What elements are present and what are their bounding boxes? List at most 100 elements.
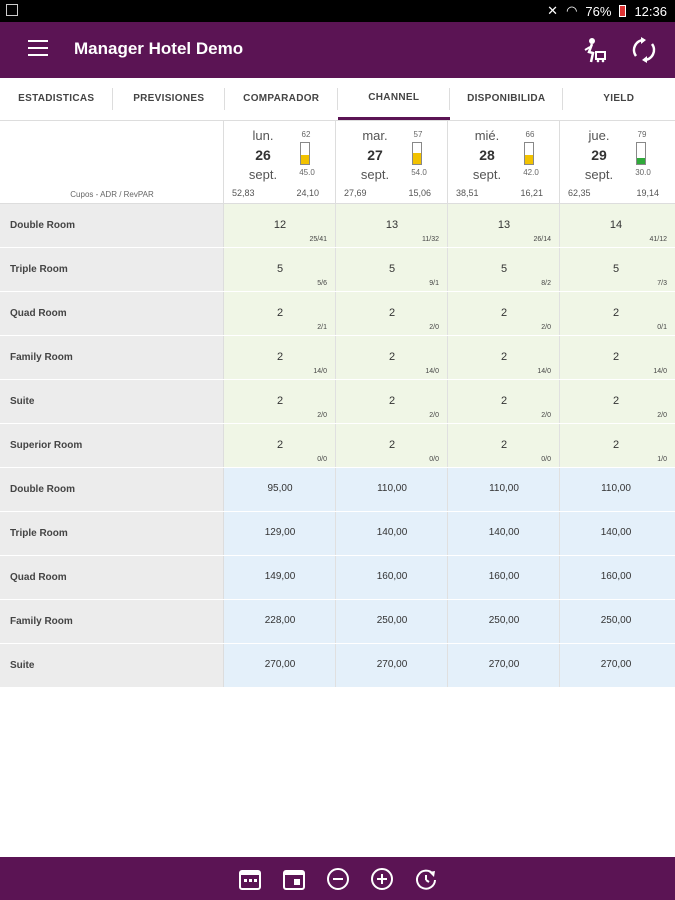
tab-channel[interactable]: CHANNEL [337, 78, 450, 120]
quota-cell[interactable]: 2 2/0 [336, 380, 448, 423]
price-cell[interactable]: 140,00 [560, 512, 675, 555]
battery-percent: 76% [585, 3, 612, 19]
notification-icon [6, 4, 18, 16]
quota-cell[interactable]: 2 0/0 [224, 424, 336, 467]
price-cell[interactable]: 140,00 [448, 512, 560, 555]
occupancy-bar [524, 142, 534, 165]
day-occ2: 45.0 [299, 168, 315, 177]
price-cell[interactable]: 110,00 [336, 468, 448, 511]
price-value: 110,00 [601, 483, 631, 494]
refresh-icon[interactable] [413, 866, 439, 892]
price-cell[interactable]: 140,00 [336, 512, 448, 555]
price-cell[interactable]: 110,00 [560, 468, 675, 511]
quota-sub: 14/0 [313, 368, 327, 375]
occupancy-fill [301, 154, 309, 164]
tab-previsiones[interactable]: PREVISIONES [113, 78, 226, 120]
quota-cell[interactable]: 2 2/0 [560, 380, 675, 423]
quota-sub: 0/1 [657, 324, 667, 331]
day-header[interactable]: mar. 27 sept. 57 54.0 27,69 15,06 [336, 120, 448, 203]
price-cell[interactable]: 160,00 [336, 556, 448, 599]
quota-cell[interactable]: 14 41/12 [560, 204, 675, 247]
quota-value: 12 [273, 219, 287, 231]
quota-cell[interactable]: 2 2/0 [448, 292, 560, 335]
wifi-icon: ◠ [566, 3, 578, 18]
quota-value: 2 [500, 307, 508, 319]
occupancy-bar [300, 142, 310, 165]
price-cell[interactable]: 160,00 [560, 556, 675, 599]
price-cell[interactable]: 270,00 [224, 644, 336, 687]
day-dnum: 26 [255, 147, 271, 163]
clock: 12:36 [634, 3, 667, 19]
day-header[interactable]: mié. 28 sept. 66 42.0 38,51 16,21 [448, 120, 560, 203]
price-value: 228,00 [264, 615, 296, 626]
quota-value: 2 [276, 395, 284, 407]
checkout-icon[interactable] [580, 36, 608, 64]
price-cell[interactable]: 129,00 [224, 512, 336, 555]
occupancy-fill [413, 152, 421, 164]
menu-icon[interactable] [28, 40, 48, 56]
quota-cell[interactable]: 12 25/41 [224, 204, 336, 247]
quota-sub: 2/0 [429, 324, 439, 331]
status-bar: ✕ ◠ 76% 12:36 [0, 0, 675, 22]
quota-cell[interactable]: 2 2/0 [224, 380, 336, 423]
quota-cell[interactable]: 2 0/1 [560, 292, 675, 335]
room-name: Triple Room [0, 248, 224, 291]
price-cell[interactable]: 270,00 [448, 644, 560, 687]
price-cell[interactable]: 110,00 [448, 468, 560, 511]
day-dmon: sept. [248, 167, 278, 182]
price-cell[interactable]: 270,00 [560, 644, 675, 687]
sync-icon[interactable] [630, 36, 658, 64]
quota-value: 2 [276, 351, 284, 363]
price-cell[interactable]: 160,00 [448, 556, 560, 599]
quota-sub: 1/0 [657, 456, 667, 463]
day-dnum: 29 [591, 147, 607, 163]
quota-sub: 2/0 [541, 412, 551, 419]
quota-value: 2 [388, 351, 396, 363]
quota-cell[interactable]: 2 14/0 [560, 336, 675, 379]
calendar-icon[interactable] [281, 866, 307, 892]
zoom-in-icon[interactable] [369, 866, 395, 892]
price-cell[interactable]: 250,00 [560, 600, 675, 643]
quota-cell[interactable]: 5 5/6 [224, 248, 336, 291]
quota-cell[interactable]: 5 7/3 [560, 248, 675, 291]
tab-comparador[interactable]: COMPARADOR [225, 78, 338, 120]
quota-cell[interactable]: 2 0/0 [448, 424, 560, 467]
quota-sub: 0/0 [541, 456, 551, 463]
quota-value: 2 [612, 439, 620, 451]
quota-cell[interactable]: 13 26/14 [448, 204, 560, 247]
tab-estadisticas[interactable]: ESTADISTICAS [0, 78, 113, 120]
price-value: 140,00 [376, 527, 408, 538]
quota-value: 2 [276, 439, 284, 451]
quota-cell[interactable]: 2 2/0 [448, 380, 560, 423]
quota-cell[interactable]: 5 8/2 [448, 248, 560, 291]
price-cell[interactable]: 228,00 [224, 600, 336, 643]
quota-value: 5 [388, 263, 396, 275]
quota-cell[interactable]: 2 1/0 [560, 424, 675, 467]
quota-cell[interactable]: 5 9/1 [336, 248, 448, 291]
tab-yield[interactable]: YIELD [563, 78, 675, 120]
quota-value: 5 [612, 263, 620, 275]
quota-value: 13 [497, 219, 511, 231]
quota-cell[interactable]: 2 0/0 [336, 424, 448, 467]
quota-cell[interactable]: 2 2/0 [336, 292, 448, 335]
day-header[interactable]: jue. 29 sept. 79 30.0 62,35 19,14 [560, 120, 675, 203]
quota-sub: 11/32 [422, 236, 439, 243]
calendar-range-icon[interactable] [237, 866, 263, 892]
zoom-out-icon[interactable] [325, 866, 351, 892]
quota-cell[interactable]: 2 2/1 [224, 292, 336, 335]
quota-sub: 7/3 [657, 280, 667, 287]
quota-cell[interactable]: 2 14/0 [224, 336, 336, 379]
price-cell[interactable]: 250,00 [448, 600, 560, 643]
day-header[interactable]: lun. 26 sept. 62 45.0 52,83 24,10 [224, 120, 336, 203]
price-cell[interactable]: 270,00 [336, 644, 448, 687]
price-cell[interactable]: 250,00 [336, 600, 448, 643]
tab-disponibilidad[interactable]: DISPONIBILIDA [450, 78, 563, 120]
quota-value: 2 [388, 307, 396, 319]
price-cell[interactable]: 95,00 [224, 468, 336, 511]
quota-cell[interactable]: 2 14/0 [448, 336, 560, 379]
quota-cell[interactable]: 13 11/32 [336, 204, 448, 247]
price-cell[interactable]: 149,00 [224, 556, 336, 599]
price-value: 149,00 [264, 571, 296, 582]
price-value: 250,00 [488, 615, 520, 626]
quota-cell[interactable]: 2 14/0 [336, 336, 448, 379]
